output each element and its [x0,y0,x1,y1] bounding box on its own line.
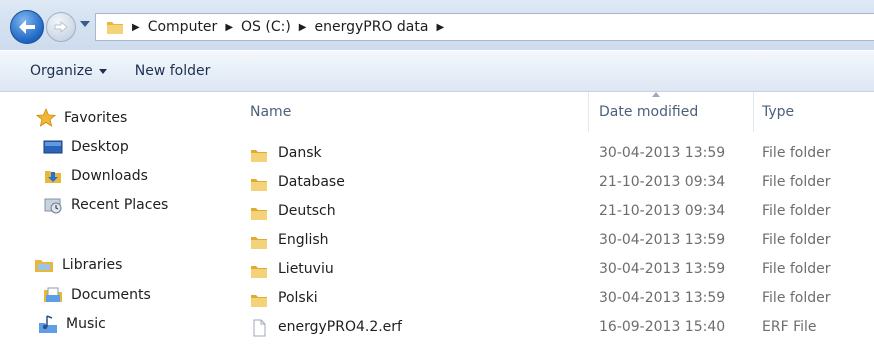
column-divider[interactable] [753,92,754,132]
column-header-type[interactable]: Type [762,98,794,126]
folder-icon [250,174,268,191]
file-row[interactable]: Dansk 30-04-2013 13:59 File folder [232,139,874,168]
column-divider[interactable] [588,92,589,132]
recent-places-icon [43,195,63,215]
chevron-right-icon[interactable]: ▶ [225,22,233,33]
file-type: File folder [762,232,831,248]
organize-button[interactable]: Organize [0,63,121,79]
organize-label: Organize [30,63,93,79]
chevron-right-icon[interactable]: ▶ [436,22,444,33]
documents-icon [43,285,63,305]
navigation-pane: Favorites Desktop Downloads Recent Place… [0,92,232,336]
desktop-icon [43,137,63,157]
nav-item-label: Recent Places [71,197,169,213]
file-date: 30-04-2013 13:59 [599,290,726,306]
new-folder-button[interactable]: New folder [121,63,225,79]
address-box[interactable]: ▶ Computer ▶ OS (C:) ▶ energyPRO data ▶ [95,13,874,41]
file-type: ERF File [762,319,817,335]
file-date: 30-04-2013 13:59 [599,261,726,277]
file-date: 30-04-2013 13:59 [599,145,726,161]
command-bar: Organize New folder [0,50,874,92]
file-name: Dansk [278,145,322,161]
file-type: File folder [762,261,831,277]
forward-button[interactable] [46,12,76,42]
folder-icon [250,232,268,249]
nav-item-label: Music [66,316,106,332]
file-row[interactable]: Database 21-10-2013 09:34 File folder [232,168,874,197]
nav-item-label: Desktop [71,139,129,155]
address-bar-area: ▶ Computer ▶ OS (C:) ▶ energyPRO data ▶ [0,0,874,50]
folder-icon [106,19,124,35]
breadcrumb-drive[interactable]: OS (C:) [241,19,291,35]
downloads-icon [43,166,63,186]
breadcrumb-computer[interactable]: Computer [148,19,218,35]
file-icon [250,319,268,337]
file-date: 30-04-2013 13:59 [599,232,726,248]
file-date: 21-10-2013 09:34 [599,174,726,190]
nav-item-music[interactable]: Music [38,312,106,336]
breadcrumb-folder[interactable]: energyPRO data [315,19,429,35]
nav-libraries-label: Libraries [62,257,123,273]
file-name: English [278,232,329,248]
nav-item-downloads[interactable]: Downloads [43,164,148,188]
file-name: Lietuviu [278,261,334,277]
file-list: Name Date modified Type Dansk 30-04-2013… [232,92,874,337]
back-arrow-icon [19,20,35,34]
nav-item-recent-places[interactable]: Recent Places [43,193,168,217]
back-button[interactable] [10,10,44,44]
folder-icon [250,290,268,307]
column-header-date-modified[interactable]: Date modified [599,98,698,126]
nav-item-label: Downloads [71,168,148,184]
recent-pages-dropdown[interactable] [80,21,90,27]
file-name: Polski [278,290,318,306]
chevron-right-icon[interactable]: ▶ [299,22,307,33]
file-row[interactable]: Polski 30-04-2013 13:59 File folder [232,284,874,313]
file-type: File folder [762,203,831,219]
folder-icon [250,145,268,162]
chevron-down-icon [98,68,107,74]
folder-icon [250,203,268,220]
file-row[interactable]: Lietuviu 30-04-2013 13:59 File folder [232,255,874,284]
file-row[interactable]: English 30-04-2013 13:59 File folder [232,226,874,255]
file-type: File folder [762,290,831,306]
music-icon [38,314,58,334]
star-icon [35,107,57,128]
nav-libraries[interactable]: Libraries [34,253,122,277]
chevron-right-icon[interactable]: ▶ [132,22,140,33]
file-type: File folder [762,145,831,161]
folder-icon [250,261,268,278]
forward-arrow-icon [54,21,68,33]
sort-ascending-icon [652,92,660,97]
nav-item-desktop[interactable]: Desktop [43,135,129,159]
file-name: Database [278,174,345,190]
file-name: Deutsch [278,203,336,219]
file-row[interactable]: Deutsch 21-10-2013 09:34 File folder [232,197,874,226]
nav-item-label: Documents [71,287,151,303]
file-date: 21-10-2013 09:34 [599,203,726,219]
file-name: energyPRO4.2.erf [278,319,402,335]
nav-item-documents[interactable]: Documents [43,283,151,307]
file-type: File folder [762,174,831,190]
file-row[interactable]: energyPRO4.2.erf 16-09-2013 15:40 ERF Fi… [232,313,874,342]
libraries-icon [34,255,54,275]
file-date: 16-09-2013 15:40 [599,319,726,335]
column-header-name[interactable]: Name [250,98,291,126]
nav-favorites[interactable]: Favorites [35,106,128,130]
nav-favorites-label: Favorites [64,110,128,126]
